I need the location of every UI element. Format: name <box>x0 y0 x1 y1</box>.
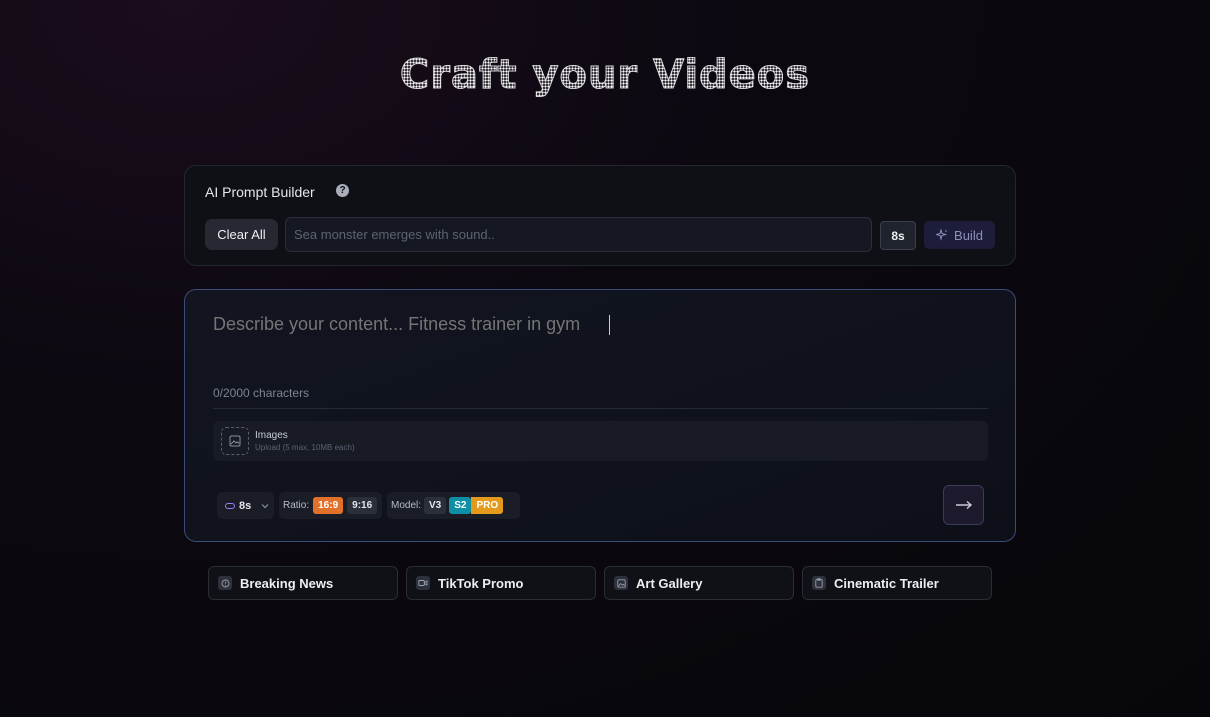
duration-value: 8s <box>239 499 252 512</box>
upload-title: Images <box>255 430 288 441</box>
duration-icon <box>225 502 235 509</box>
duration-select[interactable]: 8s <box>217 492 274 519</box>
image-upload-dropzone[interactable] <box>221 427 249 455</box>
template-art-gallery[interactable]: Art Gallery <box>604 566 794 600</box>
chevron-down-icon <box>261 503 269 508</box>
page-title: Craft your Videos <box>399 52 811 99</box>
template-label: Breaking News <box>240 575 334 591</box>
image-upload-area[interactable]: Images Upload (5 max, 10MB each) <box>213 421 988 461</box>
prompt-builder-title: AI Prompt Builder <box>205 184 315 200</box>
clear-all-button[interactable]: Clear All <box>205 219 278 250</box>
ratio-selector: Ratio: 16:9 9:16 <box>279 492 382 519</box>
template-breaking-news[interactable]: Breaking News <box>208 566 398 600</box>
ratio-option-9-16[interactable]: 9:16 <box>347 497 378 514</box>
content-description-input[interactable] <box>213 314 973 354</box>
prompt-builder-input[interactable] <box>285 217 872 252</box>
character-count: 0/2000 characters <box>213 386 310 400</box>
ratio-option-16-9[interactable]: 16:9 <box>313 497 344 514</box>
video-icon <box>416 576 430 590</box>
sparkle-icon <box>936 229 948 241</box>
help-circle-icon[interactable]: ? <box>336 184 349 197</box>
text-caret <box>609 315 610 335</box>
send-button[interactable] <box>943 485 984 525</box>
template-tiktok-promo[interactable]: TikTok Promo <box>406 566 596 600</box>
model-option-s2[interactable]: S2 <box>449 497 472 514</box>
builder-duration-button[interactable]: 8s <box>880 221 916 250</box>
image-icon <box>614 576 628 590</box>
hero: Craft your Videos <box>0 52 1210 99</box>
template-cinematic-trailer[interactable]: Cinematic Trailer <box>802 566 992 600</box>
template-label: Art Gallery <box>636 575 703 591</box>
build-button[interactable]: Build <box>924 221 995 249</box>
model-option-v3[interactable]: V3 <box>424 497 447 514</box>
composer-panel: 0/2000 characters Images Upload (5 max, … <box>184 289 1016 542</box>
alert-circle-icon <box>218 576 232 590</box>
arrow-right-icon <box>955 500 972 510</box>
clipboard-icon <box>812 576 826 590</box>
template-label: TikTok Promo <box>438 575 524 591</box>
ratio-label: Ratio: <box>283 500 310 511</box>
prompt-builder-panel: AI Prompt Builder ? Clear All 8s Build <box>184 165 1016 266</box>
model-selector: Model: V3 S2 PRO <box>387 492 520 519</box>
upload-subtitle: Upload (5 max, 10MB each) <box>255 443 355 452</box>
template-label: Cinematic Trailer <box>834 575 939 591</box>
image-icon <box>229 435 241 447</box>
model-option-pro[interactable]: PRO <box>471 497 504 514</box>
build-button-label: Build <box>954 227 983 243</box>
divider <box>213 408 988 409</box>
model-label: Model: <box>391 500 422 511</box>
